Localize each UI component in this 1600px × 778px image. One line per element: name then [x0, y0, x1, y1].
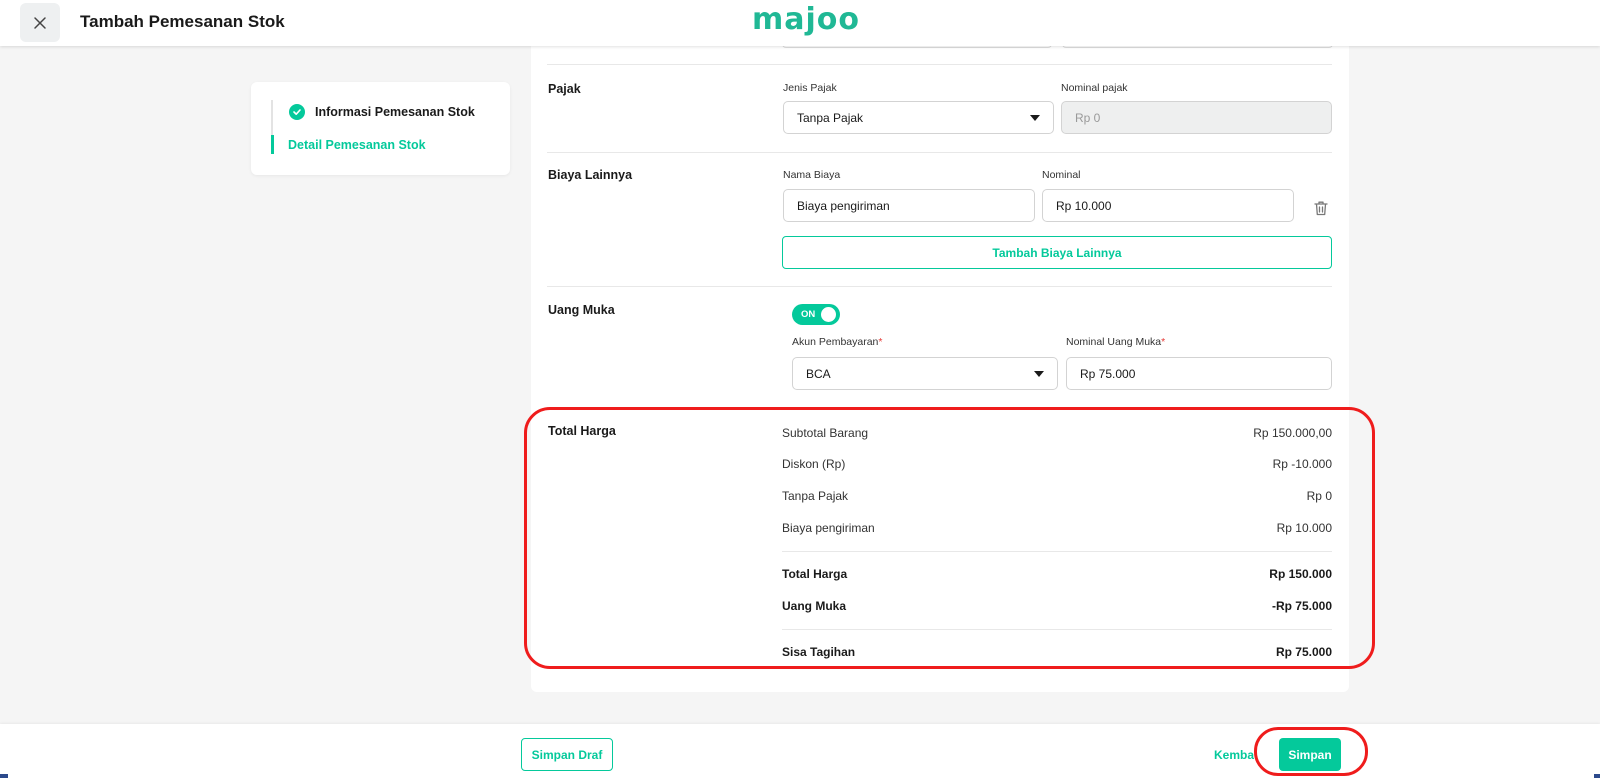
- dp-amount-input[interactable]: Rp 75.000: [1066, 357, 1332, 390]
- summary-row: Diskon (Rp) Rp -10.000: [782, 457, 1332, 471]
- remaining-bill-row: Sisa Tagihan Rp 75.000: [782, 645, 1332, 659]
- back-button[interactable]: Kembali: [1214, 748, 1254, 762]
- dp-amount-label: Nominal Uang Muka*: [1066, 336, 1166, 348]
- payment-account-select[interactable]: BCA: [792, 357, 1058, 390]
- tax-nominal-placeholder: Rp 0: [1075, 110, 1101, 125]
- close-button[interactable]: [20, 3, 60, 42]
- toggle-knob: [821, 307, 836, 322]
- tax-type-label: Jenis Pajak: [783, 82, 837, 94]
- window-corner: [0, 774, 8, 778]
- step-label: Informasi Pemesanan Stok: [315, 105, 475, 119]
- divider: [547, 64, 1332, 65]
- tax-section-label: Pajak: [548, 82, 581, 96]
- summary-row: Biaya pengiriman Rp 10.000: [782, 521, 1332, 535]
- top-bar: Tambah Pemesanan Stok majoo: [0, 0, 1600, 46]
- save-button[interactable]: Simpan: [1279, 738, 1341, 771]
- chevron-down-icon: [1034, 370, 1044, 377]
- tax-type-select[interactable]: Tanpa Pajak: [783, 101, 1054, 134]
- divider: [547, 152, 1332, 153]
- detail-form-panel: Pajak Jenis Pajak Tanpa Pajak Nominal pa…: [531, 42, 1349, 692]
- cost-name-value: Biaya pengiriman: [797, 198, 890, 213]
- step-informasi[interactable]: Informasi Pemesanan Stok: [289, 104, 475, 120]
- cost-nominal-input[interactable]: Rp 10.000: [1042, 189, 1294, 222]
- stepper-active-indicator: [271, 135, 274, 154]
- cost-nominal-label: Nominal: [1042, 169, 1081, 181]
- stepper-line: [271, 100, 273, 135]
- tax-type-value: Tanpa Pajak: [797, 110, 864, 125]
- trash-icon[interactable]: [1312, 199, 1330, 217]
- payment-account-value: BCA: [806, 366, 831, 381]
- tax-nominal-input: Rp 0: [1061, 101, 1332, 134]
- other-costs-section-label: Biaya Lainnya: [548, 168, 633, 182]
- footer-bar: Simpan Draf Kembali Simpan: [0, 724, 1600, 778]
- down-payment-section-label: Uang Muka: [548, 303, 615, 317]
- total-section-label: Total Harga: [548, 424, 616, 438]
- toggle-text: ON: [801, 309, 816, 320]
- chevron-down-icon: [1030, 114, 1040, 121]
- dp-amount-value: Rp 75.000: [1080, 366, 1136, 381]
- check-circle-icon: [289, 104, 305, 120]
- page-title: Tambah Pemesanan Stok: [80, 12, 285, 31]
- cost-name-input[interactable]: Biaya pengiriman: [783, 189, 1035, 222]
- total-price-row: Total Harga Rp 150.000: [782, 567, 1332, 581]
- majoo-logo: majoo: [752, 2, 861, 37]
- down-payment-row: Uang Muka -Rp 75.000: [782, 599, 1332, 613]
- step-detail[interactable]: Detail Pemesanan Stok: [288, 138, 426, 152]
- add-other-cost-button[interactable]: Tambah Biaya Lainnya: [782, 236, 1332, 269]
- payment-account-label: Akun Pembayaran*: [792, 336, 883, 348]
- cost-nominal-value: Rp 10.000: [1056, 198, 1112, 213]
- divider: [547, 286, 1332, 287]
- divider: [782, 551, 1332, 552]
- divider: [782, 629, 1332, 630]
- tax-nominal-label: Nominal pajak: [1061, 82, 1128, 94]
- cost-name-label: Nama Biaya: [783, 169, 841, 181]
- previous-fields-edge: [782, 42, 1333, 48]
- window-corner: [1594, 774, 1600, 778]
- stepper-card: Informasi Pemesanan Stok Detail Pemesana…: [251, 82, 510, 175]
- summary-row: Tanpa Pajak Rp 0: [782, 489, 1332, 503]
- summary-row: Subtotal Barang Rp 150.000,00: [782, 426, 1332, 440]
- save-draft-button[interactable]: Simpan Draf: [521, 738, 613, 771]
- close-icon: [34, 16, 46, 29]
- down-payment-toggle[interactable]: ON: [792, 304, 840, 325]
